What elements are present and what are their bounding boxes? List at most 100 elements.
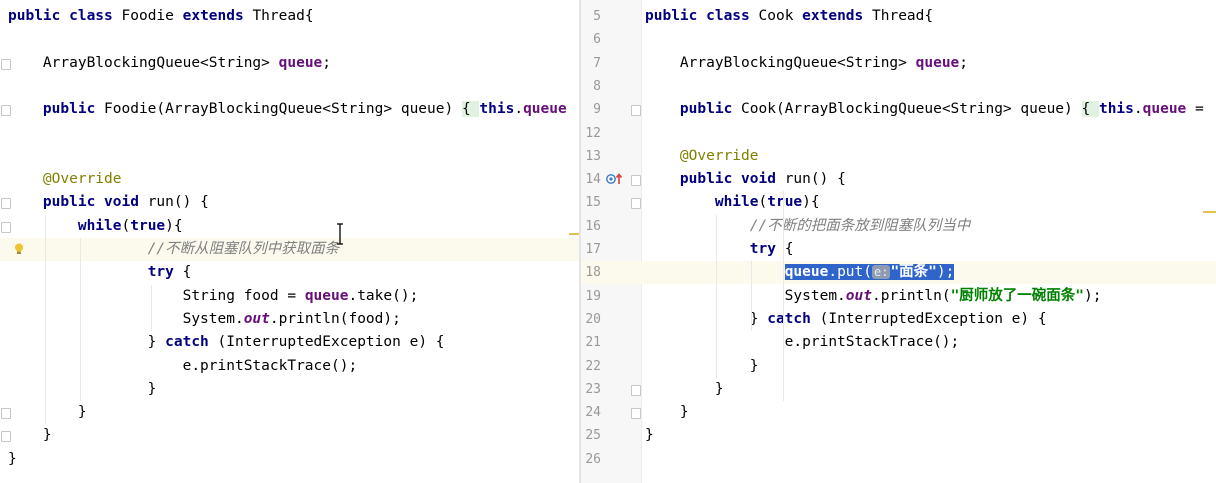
code-line[interactable]: 18 queue.put(e: "面条"); bbox=[581, 261, 1216, 285]
fold-marker-icon[interactable] bbox=[1, 221, 11, 233]
code-line-content: } bbox=[8, 424, 52, 447]
code-line-content: e.printStackTrace(); bbox=[8, 355, 358, 378]
selected-text[interactable]: queue.put(e: "面条"); bbox=[784, 264, 955, 281]
code-line[interactable] bbox=[0, 145, 579, 168]
code-line[interactable]: 23 } bbox=[581, 378, 1216, 401]
code-line[interactable]: //不断从阻塞队列中获取面条 bbox=[0, 238, 579, 261]
code-line[interactable]: 14 public void run() { bbox=[581, 168, 1216, 191]
code-line[interactable]: 7 ArrayBlockingQueue<String> queue; bbox=[581, 52, 1216, 75]
code-line[interactable]: public void run() { bbox=[0, 191, 579, 214]
code-line-content: System.out.println(food); bbox=[8, 308, 401, 331]
code-line[interactable]: } bbox=[0, 401, 579, 424]
code-line[interactable]: } catch (InterruptedException e) { bbox=[0, 331, 579, 354]
code-line[interactable]: 5 public class Cook extends Thread{ bbox=[581, 5, 1216, 28]
code-line-content: } bbox=[8, 378, 157, 401]
code-text: ; bbox=[959, 54, 969, 71]
fold-marker-icon[interactable] bbox=[631, 175, 641, 187]
code-line[interactable]: 21 e.printStackTrace(); bbox=[581, 331, 1216, 354]
code-line[interactable]: 25} bbox=[581, 424, 1216, 447]
line-number: 23 bbox=[585, 381, 601, 397]
code-keyword: try bbox=[147, 264, 183, 281]
fold-marker-icon[interactable] bbox=[1, 408, 11, 420]
code-line[interactable]: String food = queue.take(); bbox=[0, 285, 579, 308]
fold-marker-icon[interactable] bbox=[1, 105, 11, 117]
line-number: 18 bbox=[585, 265, 601, 281]
fold-marker-icon[interactable] bbox=[1, 198, 11, 210]
code-text: ( bbox=[758, 194, 768, 211]
code-text: } bbox=[8, 404, 87, 421]
code-text: Cook(ArrayBlockingQueue<String> queue) bbox=[741, 101, 1082, 118]
code-text: ){ bbox=[802, 194, 820, 211]
fold-marker-icon[interactable] bbox=[1, 431, 11, 443]
indent-guide bbox=[783, 191, 784, 402]
fold-marker-icon[interactable] bbox=[631, 105, 641, 117]
line-number: 8 bbox=[593, 78, 601, 94]
line-number: 22 bbox=[585, 358, 601, 374]
code-keyword: extends bbox=[802, 8, 872, 24]
code-line[interactable]: try { bbox=[0, 261, 579, 284]
code-line[interactable]: System.out.println(food); bbox=[0, 308, 579, 331]
code-line[interactable]: 22 } bbox=[581, 355, 1216, 378]
code-line-content: @Override bbox=[645, 145, 759, 168]
fold-marker-icon[interactable] bbox=[1, 58, 11, 70]
code-line[interactable]: 12 bbox=[581, 122, 1216, 145]
code-line[interactable] bbox=[0, 75, 579, 98]
code-line[interactable]: 6 bbox=[581, 28, 1216, 51]
code-line[interactable]: 20 } catch (InterruptedException e) { bbox=[581, 308, 1216, 331]
code-line[interactable]: 24 } bbox=[581, 401, 1216, 424]
code-text: . bbox=[514, 101, 524, 118]
code-line-content: ArrayBlockingQueue<String> queue; bbox=[8, 52, 331, 75]
right-editor-pane[interactable]: 5 public class Cook extends Thread{ 6 7 Arr… bbox=[581, 0, 1216, 483]
code-line-content: queue.put(e: "面条"); bbox=[645, 261, 955, 284]
override-method-icon[interactable] bbox=[606, 173, 624, 185]
fold-marker-icon[interactable] bbox=[631, 198, 641, 210]
code-line-content: //不断从阻塞队列中获取面条 bbox=[8, 238, 339, 261]
line-number: 6 bbox=[593, 32, 601, 48]
code-line[interactable] bbox=[0, 122, 579, 145]
parameter-hint: e: bbox=[872, 265, 891, 280]
code-line[interactable]: @Override bbox=[0, 168, 579, 191]
code-line-content: while(true){ bbox=[8, 215, 183, 238]
code-line-content: } bbox=[645, 378, 724, 401]
code-line[interactable]: 8 bbox=[581, 75, 1216, 98]
code-line-content: try { bbox=[8, 261, 192, 284]
line-number: 17 bbox=[585, 242, 601, 257]
left-editor-pane[interactable]: public class Foodie extends Thread{ Arra… bbox=[0, 0, 579, 483]
fold-marker-icon[interactable] bbox=[631, 408, 641, 420]
fold-marker-icon[interactable] bbox=[631, 384, 641, 396]
code-line[interactable]: 17 try { bbox=[581, 238, 1216, 261]
code-line[interactable]: } bbox=[0, 378, 579, 401]
code-line-content: @Override bbox=[8, 168, 122, 191]
scrollbar-marker[interactable] bbox=[1203, 211, 1216, 213]
code-line[interactable]: 15 while(true){ bbox=[581, 191, 1216, 214]
indent-guide bbox=[80, 238, 81, 402]
code-line[interactable]: } bbox=[0, 448, 579, 471]
code-text: System. bbox=[645, 287, 846, 304]
code-keyword: while bbox=[77, 217, 122, 234]
scrollbar-marker[interactable] bbox=[569, 233, 579, 235]
lightbulb-icon[interactable] bbox=[14, 243, 24, 255]
code-line[interactable]: e.printStackTrace(); bbox=[0, 355, 579, 378]
code-line[interactable]: 26 bbox=[581, 448, 1216, 471]
code-field: queue bbox=[278, 54, 323, 71]
code-line[interactable]: 16 //不断的把面条放到阻塞队列当中 bbox=[581, 215, 1216, 238]
code-line[interactable]: public class Foodie extends Thread{ bbox=[0, 5, 579, 28]
code-keyword: try bbox=[749, 241, 785, 257]
code-line[interactable] bbox=[0, 28, 579, 51]
code-text: } bbox=[645, 357, 759, 374]
code-line[interactable]: while(true){ bbox=[0, 215, 579, 238]
code-text: } bbox=[8, 427, 52, 444]
code-keyword: catch bbox=[165, 334, 218, 351]
code-line[interactable]: ArrayBlockingQueue<String> queue; bbox=[0, 52, 579, 75]
code-line[interactable]: } bbox=[0, 424, 579, 447]
text-cursor-icon bbox=[337, 223, 343, 245]
code-line[interactable]: 9 public Cook(ArrayBlockingQueue<String>… bbox=[581, 98, 1216, 121]
code-text: ); bbox=[1084, 287, 1102, 304]
code-line-content: public class Foodie extends Thread{ bbox=[8, 5, 314, 28]
code-line[interactable]: 13 @Override bbox=[581, 145, 1216, 168]
code-line[interactable]: 19 System.out.println("厨师放了一碗面条"); bbox=[581, 285, 1216, 308]
code-line[interactable]: public Foodie(ArrayBlockingQueue<String>… bbox=[0, 98, 579, 121]
